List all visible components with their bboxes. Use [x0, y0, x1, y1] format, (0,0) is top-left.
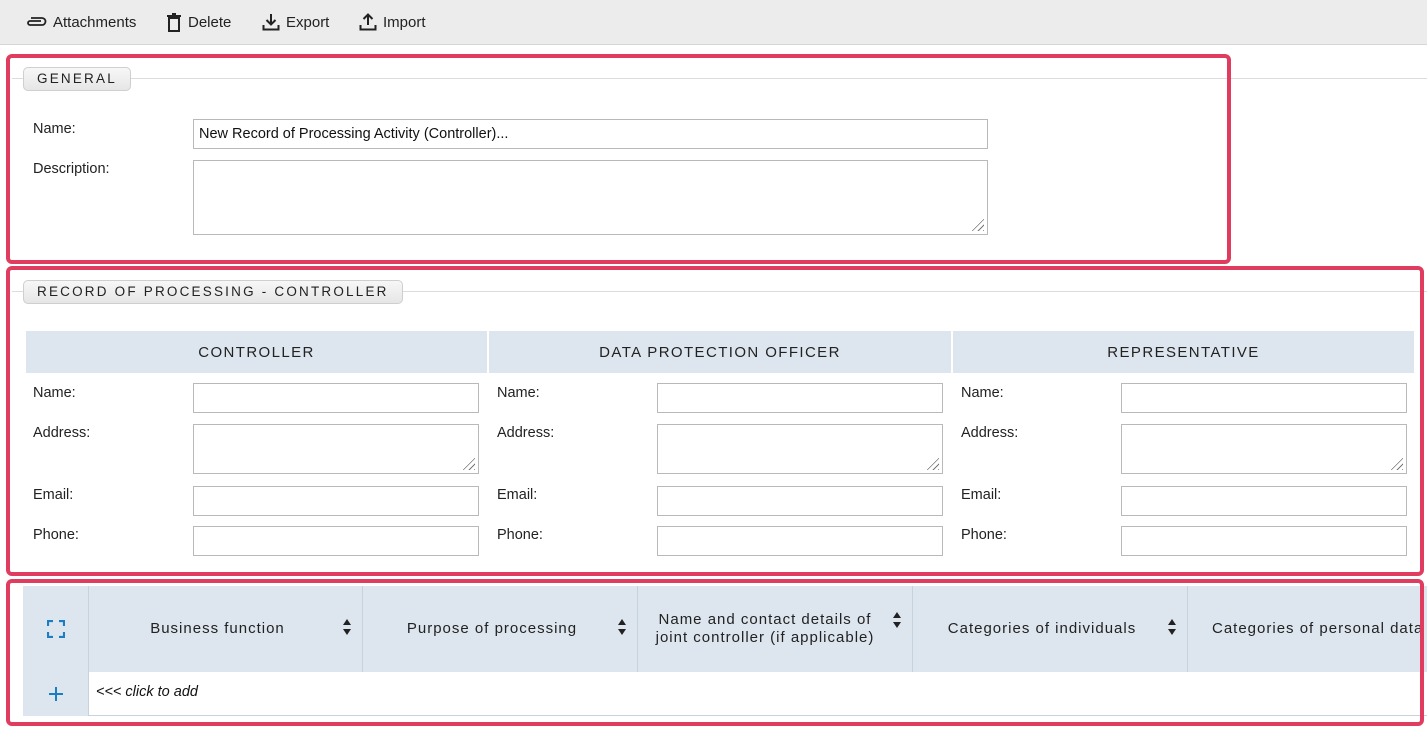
import-button[interactable]: Import — [359, 0, 426, 44]
paperclip-icon — [27, 17, 47, 26]
highlight-grid — [6, 579, 1424, 726]
delete-label: Delete — [188, 13, 232, 31]
download-icon — [262, 14, 280, 31]
delete-button[interactable]: Delete — [166, 0, 231, 44]
highlight-general — [6, 54, 1231, 264]
trash-icon — [167, 12, 181, 32]
import-label: Import — [383, 13, 426, 31]
export-label: Export — [286, 13, 330, 31]
toolbar: Attachments Delete Export Import — [0, 0, 1427, 45]
attachments-label: Attachments — [53, 13, 137, 31]
export-button[interactable]: Export — [262, 0, 329, 44]
attachments-button[interactable]: Attachments — [25, 0, 136, 44]
upload-icon — [359, 13, 377, 31]
highlight-record — [6, 266, 1424, 576]
